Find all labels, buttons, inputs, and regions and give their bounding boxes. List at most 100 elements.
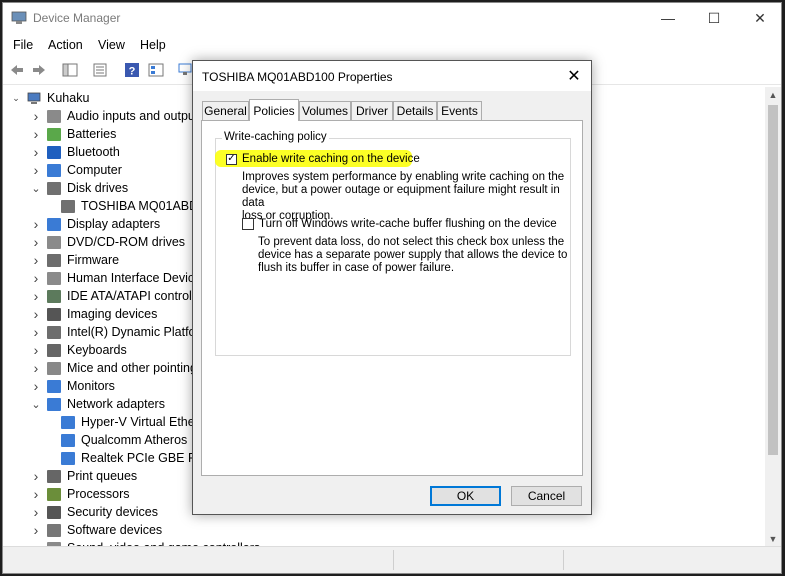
tree-item-label: Human Interface Devices	[67, 271, 208, 285]
network-icon	[61, 451, 75, 465]
menu-help[interactable]: Help	[140, 38, 166, 52]
tree-category[interactable]: › Human Interface Devices	[31, 269, 208, 287]
tree-category[interactable]: › Batteries	[31, 125, 117, 143]
tree-item-label: Batteries	[67, 127, 117, 141]
chevron-right-icon[interactable]: ›	[31, 126, 41, 142]
chevron-right-icon[interactable]: ›	[31, 216, 41, 232]
tree-category[interactable]: ⌄ Network adapters	[31, 395, 165, 413]
tree-category[interactable]: › Computer	[31, 161, 122, 179]
chevron-right-icon[interactable]: ›	[31, 468, 41, 484]
tree-item-label: Bluetooth	[67, 145, 120, 159]
tab-volumes[interactable]: Volumes	[299, 101, 351, 120]
vertical-scrollbar[interactable]: ▲ ▼	[765, 87, 781, 547]
tree-item-label: Audio inputs and outputs	[67, 109, 205, 123]
turn-off-buffer-flushing-checkbox[interactable]	[242, 218, 254, 230]
chevron-right-icon[interactable]: ›	[31, 522, 41, 538]
network-icon	[47, 397, 61, 411]
tree-item-label: Disk drives	[67, 181, 129, 195]
tree-category[interactable]: › Software devices	[31, 521, 163, 539]
tree-child-item[interactable]: Hyper-V Virtual Ethe	[61, 413, 195, 431]
menu-file[interactable]: File	[13, 38, 33, 52]
minimize-button[interactable]: —	[645, 3, 691, 33]
cancel-button[interactable]: Cancel	[511, 486, 582, 506]
chevron-right-icon[interactable]: ›	[31, 288, 41, 304]
camera-icon	[47, 307, 61, 321]
chevron-right-icon[interactable]: ›	[31, 486, 41, 502]
tree-category[interactable]: › Imaging devices	[31, 305, 158, 323]
tree-category[interactable]: › Security devices	[31, 503, 158, 521]
chevron-down-icon[interactable]: ⌄	[11, 93, 21, 104]
close-window-button[interactable]: ✕	[737, 3, 781, 33]
tree-child-item[interactable]: Realtek PCIe GBE Fa	[61, 449, 203, 467]
tree-category[interactable]: › Keyboards	[31, 341, 127, 359]
tree-item-label: Computer	[67, 163, 122, 177]
chevron-right-icon[interactable]: ›	[31, 252, 41, 268]
chevron-right-icon[interactable]: ›	[31, 144, 41, 160]
view-icon[interactable]	[147, 61, 165, 79]
tab-details[interactable]: Details	[393, 101, 437, 120]
back-arrow-icon[interactable]	[8, 61, 26, 79]
tree-category[interactable]: › Firmware	[31, 251, 119, 269]
title-bar: Device Manager — ☐ ✕	[3, 3, 781, 33]
scroll-up-arrow-icon[interactable]: ▲	[765, 87, 781, 103]
tree-child-item[interactable]: Qualcomm Atheros	[61, 431, 187, 449]
tree-item-label: Firmware	[67, 253, 120, 267]
chevron-right-icon[interactable]: ›	[31, 234, 41, 250]
status-divider	[393, 550, 394, 570]
chevron-right-icon[interactable]: ›	[31, 162, 41, 178]
tab-policies[interactable]: Policies	[249, 99, 299, 121]
properties-icon[interactable]	[91, 61, 109, 79]
dvd-icon	[47, 235, 61, 249]
keyboard-icon	[47, 343, 61, 357]
tree-category[interactable]: › Processors	[31, 485, 130, 503]
chevron-right-icon[interactable]: ›	[31, 360, 41, 376]
chevron-right-icon[interactable]: ›	[31, 270, 41, 286]
tree-category[interactable]: › Audio inputs and outputs	[31, 107, 205, 125]
turn-off-buffer-flushing-option[interactable]: Turn off Windows write-cache buffer flus…	[242, 218, 557, 230]
tree-item-label: Intel(R) Dynamic Platform	[67, 325, 211, 339]
menu-action[interactable]: Action	[48, 38, 83, 52]
dialog-title-bar: TOSHIBA MQ01ABD100 Properties ✕	[193, 61, 591, 91]
enable-write-caching-checkbox[interactable]: ✓	[226, 153, 237, 165]
chevron-right-icon[interactable]: ›	[31, 108, 41, 124]
tree-item-label: Network adapters	[67, 397, 165, 411]
tree-category[interactable]: › Bluetooth	[31, 143, 120, 161]
maximize-button[interactable]: ☐	[691, 3, 737, 33]
tree-root[interactable]: ⌄ Kuhaku	[11, 89, 89, 107]
tree-root-label: Kuhaku	[47, 91, 90, 105]
controller-icon	[47, 289, 61, 303]
tree-category[interactable]: › Mice and other pointing	[31, 359, 197, 377]
chevron-right-icon[interactable]: ›	[31, 504, 41, 520]
chevron-right-icon[interactable]: ›	[31, 324, 41, 340]
scroll-down-arrow-icon[interactable]: ▼	[765, 531, 781, 547]
tab-general[interactable]: General	[202, 101, 249, 120]
battery-icon	[47, 127, 61, 141]
tree-category[interactable]: › IDE ATA/ATAPI controllers	[31, 287, 212, 305]
disk-icon	[47, 181, 61, 195]
menu-view[interactable]: View	[98, 38, 125, 52]
forward-arrow-icon[interactable]	[30, 61, 48, 79]
scrollbar-thumb[interactable]	[768, 105, 778, 455]
chevron-right-icon[interactable]: ›	[31, 342, 41, 358]
tab-events[interactable]: Events	[437, 101, 482, 120]
tree-category[interactable]: ⌄ Disk drives	[31, 179, 128, 197]
chevron-right-icon[interactable]: ›	[31, 306, 41, 322]
tree-category[interactable]: › Display adapters	[31, 215, 160, 233]
tree-category[interactable]: › DVD/CD-ROM drives	[31, 233, 185, 251]
tree-category[interactable]: › Print queues	[31, 467, 138, 485]
tree-category[interactable]: › Intel(R) Dynamic Platform	[31, 323, 210, 341]
dialog-close-icon[interactable]: ✕	[557, 61, 591, 91]
chevron-down-icon[interactable]: ⌄	[31, 182, 41, 195]
enable-write-caching-option[interactable]: ✓ Enable write caching on the device	[226, 153, 420, 165]
chevron-right-icon[interactable]: ›	[31, 378, 41, 394]
show-hide-console-tree-icon[interactable]	[61, 61, 79, 79]
help-icon[interactable]: ?	[123, 61, 141, 79]
ok-button[interactable]: OK	[430, 486, 501, 506]
chevron-down-icon[interactable]: ⌄	[31, 398, 41, 411]
tree-category[interactable]: › Monitors	[31, 377, 115, 395]
network-icon	[61, 415, 75, 429]
printer-icon	[47, 469, 61, 483]
tab-driver[interactable]: Driver	[351, 101, 393, 120]
tree-item-label: Security devices	[67, 505, 159, 519]
processor-icon	[47, 487, 61, 501]
